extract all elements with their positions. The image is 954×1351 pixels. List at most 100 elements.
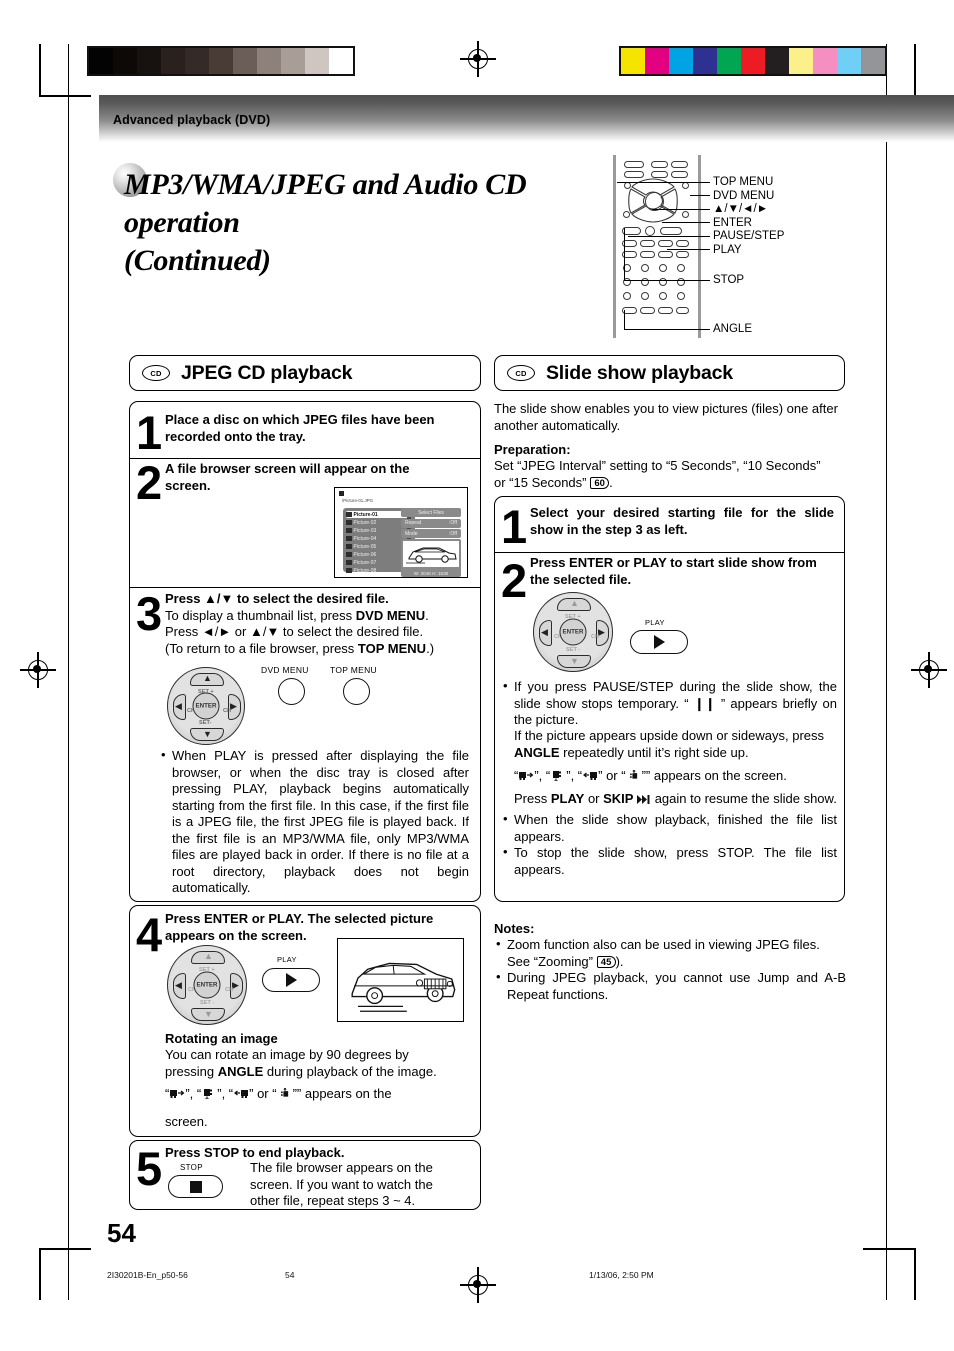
crop-mark-top-right-v xyxy=(914,44,916,96)
step-number-4: 4 xyxy=(136,908,162,961)
osd-file-row[interactable]: Picture-06 xyxy=(346,551,408,558)
remote-button-row0a xyxy=(624,161,644,168)
step5-stop-key-label: STOP xyxy=(180,1163,203,1172)
calibration-swatch xyxy=(305,48,329,74)
dpad-down-arrow-icon: ▼ xyxy=(203,729,212,739)
crop-mark-bottom-right-v xyxy=(914,1248,916,1300)
slide-bullet-text-1: If you press PAUSE/STEP during the slide… xyxy=(514,679,837,727)
osd-file-row[interactable]: Picture-04 xyxy=(346,535,408,542)
remote-callout-stop: STOP xyxy=(713,274,745,286)
step3-line3a: (To return to a file browser, press xyxy=(165,640,358,656)
dpad-ch-up-label: CH xyxy=(225,987,234,993)
crop-mark-top-left-h xyxy=(39,95,91,97)
rotate-icon-down xyxy=(553,771,562,781)
step-divider-1 xyxy=(130,458,480,460)
osd-file-row[interactable]: Picture-07 xyxy=(346,559,408,566)
calibration-swatch xyxy=(89,48,113,74)
file-icon xyxy=(346,511,352,518)
dpad-enter-button[interactable]: ENTER xyxy=(193,971,221,999)
leader-line-stop xyxy=(624,280,710,281)
registration-mark-top xyxy=(460,41,496,77)
banner-title: Advanced playback (DVD) xyxy=(113,113,271,127)
dpad-down-arrow-icon: ▼ xyxy=(204,1009,213,1019)
slide-glyph-tail: ” appears on the screen. xyxy=(645,768,787,783)
osd-repeat-option[interactable]: Repeat :Off xyxy=(401,518,461,528)
step3-dvd-menu-key[interactable] xyxy=(278,678,305,705)
slide-play-key-label: PLAY xyxy=(645,618,665,627)
leader-line-arrows xyxy=(652,209,710,210)
calibration-swatch xyxy=(693,48,717,74)
osd-repeat-value: :Off xyxy=(449,520,457,527)
skip-forward-icon xyxy=(637,795,650,804)
crop-mark-bottom-right-h xyxy=(863,1248,915,1250)
slide-bullet-text-3: To stop the slide show, press STOP. The … xyxy=(514,845,837,877)
trim-line-left xyxy=(68,44,70,1300)
dpad-wheel-illustration-step4: ▲ ▼ ◀ ▶ SET + SET - CH CH ENTER xyxy=(167,945,247,1025)
step5-stop-key[interactable] xyxy=(168,1175,223,1198)
note-1-ref-c: ). xyxy=(615,953,624,969)
dpad-up-arrow-icon: ▲ xyxy=(203,673,212,683)
registration-mark-right xyxy=(911,652,947,688)
file-icon xyxy=(346,527,352,534)
step3-bullet-text: When PLAY is pressed after displaying th… xyxy=(172,748,469,895)
file-icon xyxy=(346,551,352,558)
step3-bullet-item: When PLAY is pressed after displaying th… xyxy=(159,747,469,897)
page-reference-45[interactable]: 45 xyxy=(596,956,616,969)
rotate-line2a: pressing xyxy=(165,1063,218,1079)
resume-e: again to resume the slide show. xyxy=(651,791,837,806)
osd-file-name: Picture-02 xyxy=(353,519,377,526)
osd-file-name: Picture-07 xyxy=(353,559,377,566)
calibration-swatch xyxy=(837,48,861,74)
dpad-left-arrow-icon: ◀ xyxy=(175,980,182,990)
remote-middle-button xyxy=(645,226,655,236)
remote-dvd-menu-button xyxy=(682,182,689,189)
slide-bullet-item: To stop the slide show, press STOP. The … xyxy=(501,844,837,878)
car-thumbnail-icon xyxy=(406,547,457,564)
osd-file-row[interactable]: Picture-08 xyxy=(346,567,408,574)
osd-file-row[interactable]: Picture-05 xyxy=(346,543,408,550)
section-title-slide-show-playback: Slide show playback xyxy=(546,361,733,384)
rotate-icon-right xyxy=(519,772,534,780)
osd-select-files-button[interactable]: Select Files xyxy=(401,508,461,517)
rotate-icon-up xyxy=(280,1088,288,1097)
cd-disc-icon: CD xyxy=(142,365,170,381)
resume-c: or xyxy=(584,791,604,806)
step3-line1c: . xyxy=(425,607,429,623)
rotating-an-image-title: Rotating an image xyxy=(165,1031,278,1046)
remote-numpad-4 xyxy=(677,264,685,272)
osd-file-row[interactable]: Picture-02 xyxy=(346,519,408,526)
rotate-glyph-tail: ” appears on the xyxy=(296,1086,392,1101)
osd-file-row[interactable]: Picture-01 xyxy=(346,511,408,519)
remote-callout-arrows: ▲/▼/◄/► xyxy=(713,203,769,215)
leader-line-enter xyxy=(662,222,710,223)
page-reference-60[interactable]: 60 xyxy=(590,477,610,490)
remote-numpad-12 xyxy=(677,292,685,300)
dpad-enter-button[interactable]: ENTER xyxy=(559,618,587,646)
calibration-swatch xyxy=(669,48,693,74)
note-item: Zoom function also can be used in viewin… xyxy=(494,936,846,970)
stop-square-icon xyxy=(189,1180,202,1193)
file-icon xyxy=(346,543,352,550)
step-text-3: Press ▲/▼ to select the desired file. To… xyxy=(165,591,465,657)
osd-file-row[interactable]: Picture-03 xyxy=(346,527,408,534)
remote-button-row6b xyxy=(640,307,655,314)
calibration-swatch xyxy=(645,48,669,74)
step3-line1a: To display a thumbnail list, press xyxy=(165,607,356,623)
osd-mode-option[interactable]: Mode :Off xyxy=(401,529,461,539)
dpad-enter-button[interactable]: ENTER xyxy=(192,692,220,720)
remote-button-row3d xyxy=(676,240,689,247)
resume-a: Press xyxy=(514,791,551,806)
step3-top-menu-key[interactable] xyxy=(343,678,370,705)
slide-play-key[interactable] xyxy=(630,630,688,654)
rotate-icon-down xyxy=(204,1089,213,1099)
cd-disc-icon: CD xyxy=(507,365,535,381)
dpad-set-minus-label: SET - xyxy=(566,647,581,653)
remote-dpad xyxy=(627,178,679,223)
step4-play-key[interactable] xyxy=(262,968,320,992)
slide-step-text-2: Press ENTER or PLAY to start slide show … xyxy=(530,555,817,587)
note-2-text: During JPEG playback, you cannot use Jum… xyxy=(507,970,846,1002)
osd-file-name: Picture-01 xyxy=(353,511,378,518)
dpad-up-arrow-icon: ▲ xyxy=(570,598,579,608)
slide-bullet-list-2: When the slide show playback, finished t… xyxy=(501,811,837,878)
slide-resume-line: Press PLAY or SKIP again to resume the s… xyxy=(514,791,844,808)
